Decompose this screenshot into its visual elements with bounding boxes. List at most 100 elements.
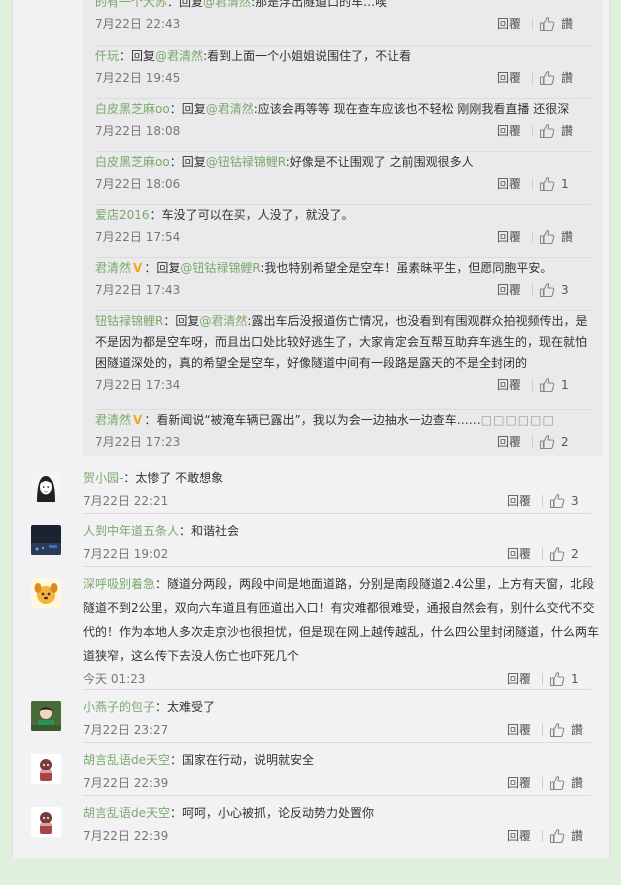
reply-button[interactable]: 回覆 [497, 176, 521, 192]
reply-button[interactable]: 回覆 [507, 546, 531, 562]
divider [532, 436, 533, 448]
mention-link[interactable]: @君清然 [206, 102, 254, 116]
reply-username[interactable]: 仟玩 [95, 49, 119, 63]
like-button[interactable]: 3 [539, 282, 591, 298]
comment-text-block: 人到中年道五条人：和谐社会 [83, 519, 603, 543]
mention-name[interactable]: 君清然 [211, 314, 247, 328]
toy-figure-avatar[interactable] [31, 754, 61, 784]
reply-text-block: 钮钴禄锦鲤R：回复@君清然:露出车后没报道伤亡情况，也没看到有围观群众拍视频传出… [95, 311, 591, 374]
reply-button[interactable]: 回覆 [507, 828, 531, 844]
mention-name[interactable]: 钮钴禄锦鲤R [218, 155, 286, 169]
divider [532, 125, 533, 137]
reply-username[interactable]: 钮钴禄锦鲤R [95, 314, 163, 328]
colon: ： [155, 577, 168, 591]
mention-link[interactable]: @君清然 [155, 49, 203, 63]
divider [532, 284, 533, 296]
reply-button[interactable]: 回覆 [497, 229, 521, 245]
like-button[interactable]: 讚 [539, 70, 591, 86]
mention-name[interactable]: 君清然 [167, 49, 203, 63]
comment-username[interactable]: 小燕子的包子 [83, 700, 155, 714]
mention-link[interactable]: @钮钴禄锦鲤R [206, 155, 286, 169]
reply-button[interactable]: 回覆 [497, 377, 521, 393]
like-button[interactable]: 1 [549, 671, 601, 687]
comment-item: 小燕子的包子：太难受了 7月22日 23:27 回覆 讚 [31, 697, 603, 745]
mention-name[interactable]: 君清然 [215, 0, 251, 9]
like-button[interactable]: 2 [549, 546, 601, 562]
comment-text-block: 深呼吸别着急：隧道分两段，两段中间是地面道路，分别是南段隧道2.4公里，上方有天… [83, 572, 603, 668]
thumbs-up-icon [549, 776, 565, 791]
timestamp: 7月22日 23:27 [83, 723, 169, 737]
timestamp: 7月22日 22:39 [83, 776, 169, 790]
timestamp: 7月22日 22:21 [83, 494, 169, 508]
like-button[interactable]: 3 [549, 493, 601, 509]
divider [542, 673, 543, 685]
reply-username[interactable]: 白皮黑芝麻oo [95, 155, 170, 169]
thumbs-up-icon [539, 124, 555, 139]
divider [532, 178, 533, 190]
reply-username[interactable]: 君清然 [95, 413, 131, 427]
comment-username[interactable]: 胡言乱语de天空 [83, 806, 170, 820]
reply-button[interactable]: 回覆 [497, 16, 521, 32]
reply-username[interactable]: 君清然 [95, 261, 131, 275]
comment-username[interactable]: 贺小园- [83, 471, 123, 485]
like-button[interactable]: 讚 [539, 123, 591, 139]
reply-meta: 7月22日 18:06 回覆 1 [95, 176, 591, 192]
reply-username[interactable]: 爱店2016 [95, 208, 150, 222]
comment-content: 太惨了 不敢想象 [135, 471, 224, 485]
cartoon-dog-avatar[interactable] [31, 578, 61, 608]
mention-name[interactable]: 君清然 [218, 102, 254, 116]
reply-button[interactable]: 回覆 [507, 671, 531, 687]
comment-username[interactable]: 胡言乱语de天空 [83, 753, 170, 767]
thumbs-up-icon [549, 723, 565, 738]
like-count: 讚 [571, 776, 584, 790]
timestamp: 7月22日 18:08 [95, 124, 181, 138]
dark-photo-avatar[interactable] [31, 525, 61, 555]
like-count: 1 [561, 378, 569, 392]
like-button[interactable]: 讚 [539, 229, 591, 245]
reply-text-block: 白皮黑芝麻oo：回复@钮钴禄锦鲤R:好像是不让围观了 之前围观很多人 [95, 152, 591, 173]
girl-sketch-avatar[interactable] [31, 472, 61, 502]
verified-v-icon: V [133, 413, 143, 427]
like-count: 讚 [571, 723, 584, 737]
comment-item: 胡言乱语de天空：国家在行动，说明就安全 7月22日 22:39 回覆 讚 [31, 750, 603, 798]
like-button[interactable]: 讚 [539, 16, 591, 32]
reply-button[interactable]: 回覆 [497, 282, 521, 298]
like-button[interactable]: 讚 [549, 828, 601, 844]
green-figure-avatar[interactable] [31, 701, 61, 731]
verified-v-icon: V [133, 261, 143, 275]
reply-button[interactable]: 回覆 [507, 775, 531, 791]
mention-name[interactable]: 钮钴禄锦鲤R [192, 261, 260, 275]
reply-button[interactable]: 回覆 [497, 434, 521, 450]
like-button[interactable]: 1 [539, 377, 591, 393]
timestamp: 7月22日 18:06 [95, 177, 181, 191]
divider [532, 18, 533, 30]
mention-link[interactable]: @钮钴禄锦鲤R [180, 261, 260, 275]
like-button[interactable]: 讚 [549, 722, 601, 738]
reply-username[interactable]: 白皮黑芝麻oo [95, 102, 170, 116]
mention-link[interactable]: @君清然 [203, 0, 251, 9]
colon: ： [169, 155, 182, 169]
comment-item: 胡言乱语de天空：呵呵，小心被抓，论反动势力处置你 7月22日 22:39 回覆 讚 [31, 803, 603, 851]
like-button[interactable]: 2 [539, 434, 591, 450]
mention-link[interactable]: @君清然 [199, 314, 247, 328]
colon: ： [155, 700, 168, 714]
reply-meta: 7月22日 17:43 回覆 3 [95, 282, 591, 298]
reply-button[interactable]: 回覆 [507, 493, 531, 509]
divider [542, 724, 543, 736]
comment-content: 和谐社会 [191, 524, 240, 538]
comment-divider [83, 566, 591, 567]
reply-username[interactable]: 的有一个大苏 [95, 0, 167, 9]
reply-prefix: 回复 [156, 261, 181, 275]
reply-button[interactable]: 回覆 [507, 722, 531, 738]
like-button[interactable]: 1 [539, 176, 591, 192]
reply-content: 应该会再等等 现在查车应该也不轻松 刚刚我看直播 还很深 [257, 102, 570, 116]
reply-meta: 7月22日 17:34 回覆 1 [95, 377, 591, 393]
comment-divider [83, 689, 591, 690]
comment-username[interactable]: 人到中年道五条人 [83, 524, 179, 538]
reply-button[interactable]: 回覆 [497, 123, 521, 139]
reply-button[interactable]: 回覆 [497, 70, 521, 86]
comment-username[interactable]: 深呼吸别着急 [83, 577, 155, 591]
reply-text-block: 爱店2016：车没了可以在买，人没了，就没了。 [95, 205, 591, 226]
like-button[interactable]: 讚 [549, 775, 601, 791]
toy-figure-avatar[interactable] [31, 807, 61, 837]
